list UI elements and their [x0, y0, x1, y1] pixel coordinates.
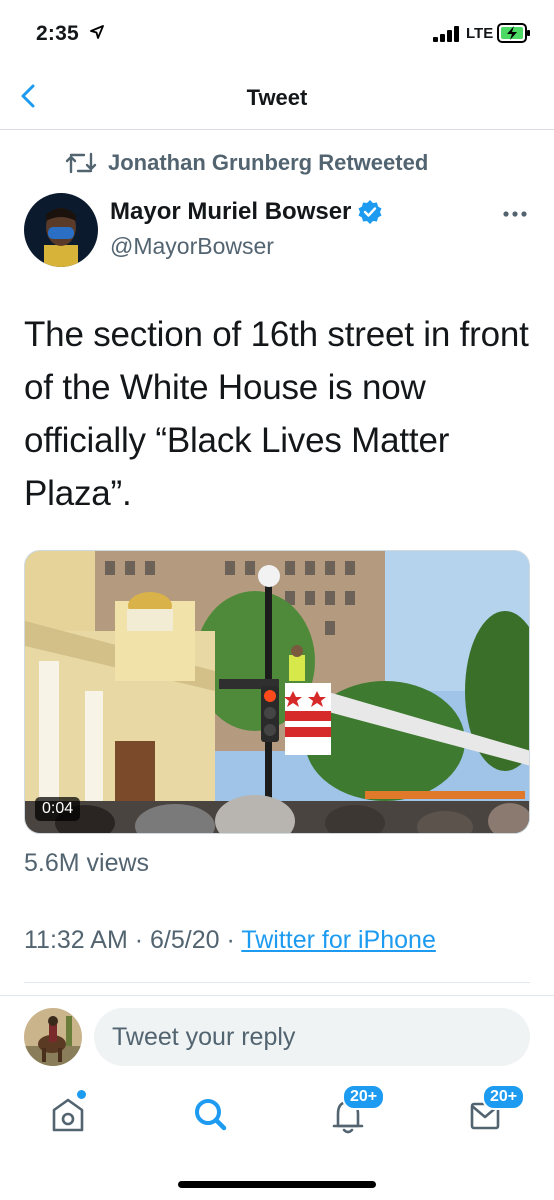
- separator: ·: [134, 926, 144, 954]
- tweet-metadata: 11:32 AM · 6/5/20 · Twitter for iPhone: [24, 926, 436, 955]
- video-thumbnail: [25, 551, 529, 833]
- tab-notifications[interactable]: 20+: [326, 1084, 386, 1140]
- home-indicator: [178, 1181, 376, 1188]
- tab-messages[interactable]: 20+: [466, 1084, 526, 1140]
- search-icon: [195, 1099, 227, 1131]
- retweet-context[interactable]: Jonathan Grunberg Retweeted: [64, 148, 428, 178]
- battery-charging-icon: [497, 23, 530, 43]
- current-user-avatar: [24, 1008, 82, 1066]
- reply-input[interactable]: [94, 1008, 530, 1066]
- tweet-date: 6/5/20: [150, 926, 220, 954]
- home-icon: [52, 1098, 84, 1132]
- tweet-source-link[interactable]: Twitter for iPhone: [241, 926, 436, 954]
- tweet-time: 11:32 AM: [24, 926, 128, 954]
- status-bar: 2:35 LTE: [0, 0, 554, 66]
- divider: [24, 982, 530, 983]
- tweet-text: The section of 16th street in front of t…: [24, 315, 529, 513]
- tweet-video[interactable]: 0:04: [24, 550, 530, 834]
- messages-count-badge: 20+: [482, 1084, 526, 1110]
- cellular-signal-icon: [433, 26, 459, 42]
- author-name-text: Mayor Muriel Bowser: [110, 198, 352, 225]
- tab-search[interactable]: [186, 1090, 236, 1140]
- more-options-button[interactable]: [500, 204, 530, 224]
- author-name[interactable]: Mayor Muriel Bowser: [110, 198, 383, 226]
- status-time: 2:35: [36, 22, 79, 45]
- retweet-icon: [65, 152, 97, 174]
- divider: [0, 995, 554, 996]
- separator: ·: [226, 926, 235, 954]
- retweet-context-text: Jonathan Grunberg Retweeted: [108, 150, 429, 175]
- page-title: Tweet: [246, 85, 308, 110]
- video-duration: 0:04: [35, 797, 81, 821]
- location-arrow-icon: [90, 25, 104, 39]
- verified-badge-icon: [358, 200, 382, 224]
- network-type: LTE: [466, 25, 494, 42]
- notification-count-badge: 20+: [342, 1084, 386, 1110]
- author-handle[interactable]: @MayorBowser: [110, 233, 274, 260]
- more-horizontal-icon: [503, 211, 527, 217]
- tab-home[interactable]: [44, 1090, 94, 1140]
- nav-header: Tweet: [0, 66, 554, 130]
- home-unread-dot: [77, 1090, 86, 1099]
- view-count: 5.6M views: [24, 849, 150, 877]
- author-avatar[interactable]: [24, 193, 98, 267]
